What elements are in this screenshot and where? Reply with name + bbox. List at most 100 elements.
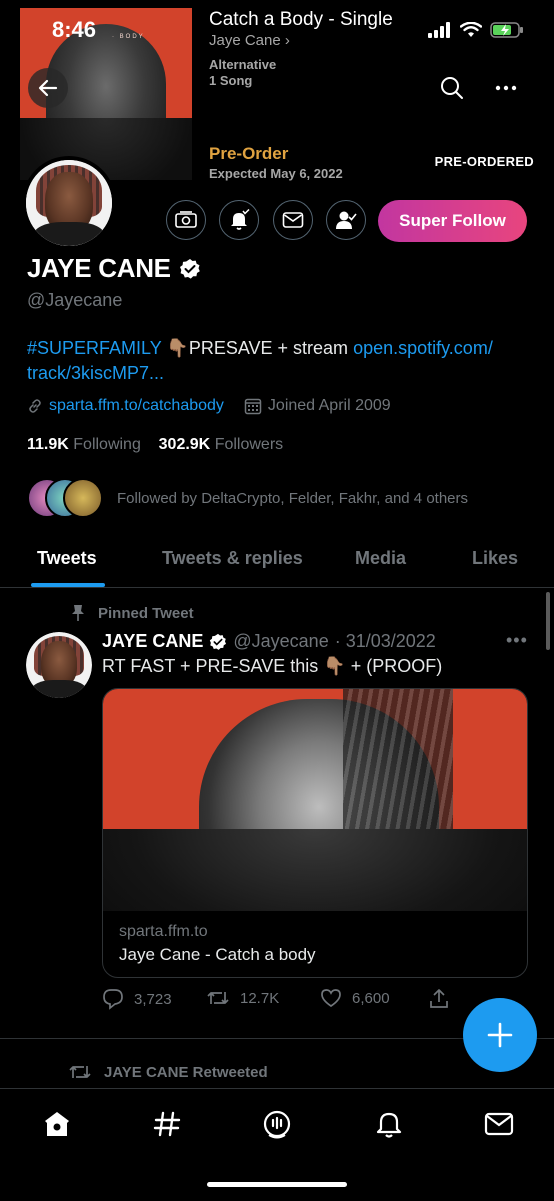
album-artist-link[interactable]: Jaye Cane › xyxy=(209,32,290,49)
tweet-more-button[interactable]: ••• xyxy=(506,630,528,651)
mail-icon xyxy=(282,212,304,228)
status-time: 8:46 xyxy=(52,17,97,42)
bio-link-part1[interactable]: open.spotify.com/ xyxy=(353,338,493,358)
album-title[interactable]: Catch a Body - Single xyxy=(209,9,393,31)
wifi-icon xyxy=(460,22,482,37)
share-button[interactable] xyxy=(428,988,450,1010)
card-hood xyxy=(103,829,527,911)
card-title: Jaye Cane - Catch a body xyxy=(119,945,316,964)
reply-icon xyxy=(103,989,123,1010)
arrow-left-icon xyxy=(38,79,58,97)
active-tab-indicator xyxy=(31,583,105,587)
bell-icon xyxy=(376,1112,402,1138)
following-count: 11.9K xyxy=(27,436,69,453)
expected-date: Expected May 6, 2022 xyxy=(209,166,343,181)
following-link[interactable]: 11.9K Following xyxy=(27,436,141,453)
chevron-right-icon: › xyxy=(284,32,290,49)
compose-tweet-button[interactable] xyxy=(463,998,537,1072)
nav-spaces[interactable] xyxy=(262,1109,292,1139)
profile-bio: #SUPERFAMILY 👇🏽PRESAVE + stream open.spo… xyxy=(27,336,527,386)
pin-icon xyxy=(72,605,84,621)
tip-jar-icon xyxy=(175,211,197,228)
back-button[interactable] xyxy=(28,68,68,108)
profile-website[interactable]: sparta.ffm.to/catchabody xyxy=(49,397,224,415)
reply-count: 3,723 xyxy=(134,990,172,1008)
tip-button[interactable] xyxy=(166,200,206,240)
profile-joined: Joined April 2009 xyxy=(267,397,391,414)
profile-handle: @Jayecane xyxy=(27,290,123,310)
tweet-actions: 3,723 12.7K 6,600 xyxy=(102,988,462,1012)
artwork-tag: · BODY xyxy=(112,34,145,40)
bio-emoji: 👇🏽 xyxy=(166,338,189,358)
home-icon xyxy=(45,1112,69,1136)
nav-home[interactable] xyxy=(42,1109,72,1139)
tab-tweets-replies[interactable]: Tweets & replies xyxy=(162,548,303,569)
followers-label: Followers xyxy=(214,436,284,453)
album-song-count: 1 Song xyxy=(209,73,253,88)
super-follow-button[interactable]: Super Follow xyxy=(378,200,527,242)
follower-avatar xyxy=(63,478,103,518)
verified-icon[interactable] xyxy=(179,258,201,280)
like-count: 6,600 xyxy=(352,989,390,1007)
preordered-badge[interactable]: PRE-ORDERED xyxy=(435,154,534,169)
profile-avatar[interactable] xyxy=(22,156,116,250)
search-icon xyxy=(441,77,463,99)
tab-tweets[interactable]: Tweets xyxy=(37,548,97,569)
bell-icon xyxy=(231,209,250,230)
pinned-tweet-label: Pinned Tweet xyxy=(70,604,194,622)
pinned-label-text: Pinned Tweet xyxy=(98,604,194,622)
card-image xyxy=(103,689,527,911)
preorder-label[interactable]: Pre-Order xyxy=(209,144,288,164)
link-preview-card[interactable]: sparta.ffm.to Jaye Cane - Catch a body xyxy=(102,688,528,978)
avatar-image xyxy=(26,160,112,246)
avatar-body xyxy=(31,679,87,698)
retweeted-label: JAYE CANE Retweeted xyxy=(68,1062,268,1082)
tweet-author-handle[interactable]: @Jayecane xyxy=(233,631,328,652)
nav-explore[interactable] xyxy=(152,1109,182,1139)
reply-button[interactable]: 3,723 xyxy=(102,988,172,1010)
follower-avatars xyxy=(27,478,103,518)
notifications-button[interactable] xyxy=(219,200,259,240)
scrollbar[interactable] xyxy=(546,592,550,650)
more-icon xyxy=(495,85,517,91)
followed-by-row[interactable]: Followed by DeltaCrypto, Felder, Fakhr, … xyxy=(27,478,468,518)
tweet-emoji: 👇🏽 xyxy=(323,656,346,676)
tab-likes[interactable]: Likes xyxy=(472,548,518,569)
search-button[interactable] xyxy=(440,76,464,105)
profile-counts: 11.9K Following 302.9K Followers xyxy=(27,436,283,454)
calendar-icon xyxy=(244,398,262,415)
followers-link[interactable]: 302.9K Followers xyxy=(159,436,284,453)
bio-hashtag[interactable]: #SUPERFAMILY xyxy=(27,338,161,358)
verified-icon xyxy=(210,633,227,650)
tweet-header: JAYE CANE @Jayecane · 31/03/2022 xyxy=(102,631,436,652)
link-icon xyxy=(29,399,41,413)
hashtag-icon xyxy=(153,1111,181,1137)
tweet-date[interactable]: · 31/03/2022 xyxy=(335,631,436,652)
status-icons xyxy=(428,18,524,42)
avatar-image xyxy=(26,632,92,698)
tweet-author-avatar[interactable] xyxy=(26,632,92,698)
signal-icon xyxy=(428,22,450,38)
message-button[interactable] xyxy=(273,200,313,240)
followed-by-text: Followed by DeltaCrypto, Felder, Fakhr, … xyxy=(117,489,469,507)
following-button[interactable] xyxy=(326,200,366,240)
more-options-button[interactable] xyxy=(494,76,518,105)
tab-media[interactable]: Media xyxy=(355,548,406,569)
retweet-count: 12.7K xyxy=(240,989,280,1007)
more-icon: ••• xyxy=(506,630,528,650)
nav-messages[interactable] xyxy=(484,1109,514,1139)
tweet-text: RT FAST + PRE-SAVE this 👇🏽 + (PROOF) xyxy=(102,656,442,677)
retweet-button[interactable]: 12.7K xyxy=(206,988,279,1008)
following-label: Following xyxy=(73,436,141,453)
tweet-author-name[interactable]: JAYE CANE xyxy=(102,631,203,652)
home-indicator[interactable] xyxy=(207,1182,347,1187)
like-button[interactable]: 6,600 xyxy=(320,988,390,1008)
battery-icon xyxy=(490,22,523,38)
retweet-icon xyxy=(207,992,229,1004)
nav-notifications[interactable] xyxy=(374,1109,404,1139)
share-icon xyxy=(430,989,448,1008)
retweet-icon xyxy=(69,1066,91,1078)
retweeted-text[interactable]: JAYE CANE Retweeted xyxy=(104,1064,268,1081)
bio-link-part2[interactable]: track/3kiscMP7... xyxy=(27,363,164,383)
mail-icon xyxy=(484,1112,514,1136)
